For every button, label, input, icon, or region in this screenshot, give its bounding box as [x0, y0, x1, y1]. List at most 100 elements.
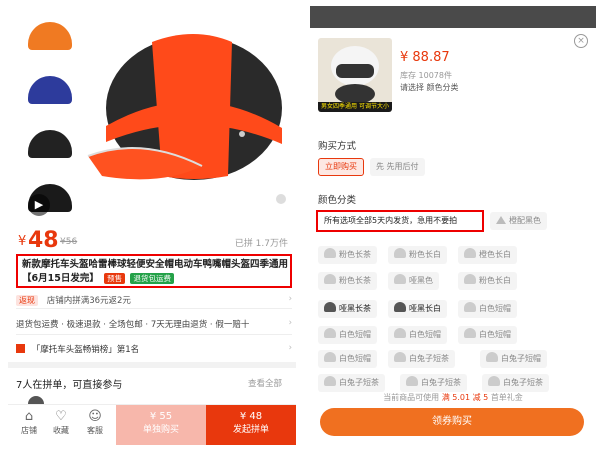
ranking-row[interactable]: 「摩托车头盔畅销榜」第1名 ›	[16, 343, 292, 355]
coupon-note-prefix: 当前商品可使用	[383, 393, 440, 402]
promo-label: 返现	[16, 295, 38, 306]
color-option[interactable]: 白色短帽	[318, 326, 377, 344]
purchase-method-label: 购买方式	[318, 141, 357, 152]
main-product-image	[87, 34, 282, 180]
color-category-label: 颜色分类	[318, 195, 357, 206]
color-option[interactable]: 白兔子短帽	[480, 350, 547, 368]
color-option[interactable]: 白兔子短茶	[318, 374, 385, 392]
group-buy-text: 7人在拼单，可直接参与	[16, 380, 123, 391]
thumbnail-list: ▶	[22, 14, 82, 230]
helmet-icon	[406, 376, 418, 386]
product-gallery: ▶	[8, 6, 296, 224]
stage: ▶ ¥ 48 ¥56 已拼 1.7万件 新款摩托车头盔哈雷棒球轻便安全帽电动车鸭…	[0, 0, 600, 450]
helmet-icon	[464, 328, 476, 338]
divider	[16, 334, 292, 335]
coupon-note-suffix: 首单礼金	[490, 393, 523, 402]
coupon-note: 当前商品可使用 满 5.01 减 5 首单礼金	[310, 392, 596, 403]
store-label: 店铺	[21, 426, 37, 435]
bottom-action-bar: ⌂ 店铺 ♡ 收藏 ☺ 客服 ¥ 55 单独购买 ¥ 48 发起拼单	[8, 404, 296, 445]
chevron-right-icon: ›	[288, 343, 292, 353]
color-option[interactable]: 白色短帽	[458, 300, 517, 318]
color-option[interactable]: 橙配黑色	[490, 212, 547, 230]
play-icon[interactable]: ▶	[28, 194, 50, 216]
color-option[interactable]: 哑黑长白	[388, 300, 447, 318]
color-option[interactable]: 粉色长白	[458, 272, 517, 290]
helmet-icon	[324, 328, 336, 338]
section-gap	[8, 362, 296, 368]
color-option[interactable]: 粉色长茶	[318, 272, 377, 290]
group-buy-row: 7人在拼单，可直接参与 查看全部	[16, 376, 292, 391]
color-option[interactable]: 白兔子短茶	[482, 374, 549, 392]
thumbnail-blue[interactable]	[22, 68, 78, 112]
view-all-link[interactable]: 查看全部	[248, 377, 282, 389]
currency-symbol: ¥	[18, 234, 27, 249]
original-price: ¥56	[60, 237, 78, 247]
color-option[interactable]: 白兔子短茶	[400, 374, 467, 392]
promo-row[interactable]: 返现 店铺内拼满36元返2元 ›	[16, 294, 292, 306]
shipping-notice: 所有选项全部5天内发货，急用不要拍	[316, 210, 484, 232]
helmet-icon	[486, 352, 498, 362]
helmet-icon	[324, 248, 336, 258]
service-label: 客服	[87, 426, 103, 435]
store-button[interactable]: ⌂ 店铺	[14, 409, 44, 436]
helmet-icon	[394, 302, 406, 312]
product-title: 新款摩托车头盔哈雷棒球轻便安全帽电动车鸭嘴帽头盔四季通用【6月15日发完】 预售…	[22, 258, 290, 286]
close-icon[interactable]: ×	[574, 34, 588, 48]
color-option[interactable]: 白兔子短茶	[388, 350, 455, 368]
helmet-icon	[488, 376, 500, 386]
price-row: ¥ 48 ¥56 已拼 1.7万件	[8, 228, 296, 254]
helmet-icon	[394, 274, 406, 284]
chevron-right-icon: ›	[288, 294, 292, 304]
helmet-icon	[324, 302, 336, 312]
pay-later-option[interactable]: 先 先用后付	[370, 158, 425, 176]
color-option[interactable]: 白色短帽	[458, 326, 517, 344]
single-label: 单独购买	[142, 425, 179, 435]
color-option[interactable]: 粉色长白	[388, 246, 447, 264]
refund-badge: 退货包运费	[130, 273, 174, 284]
product-image-band: 男女四季通用 可调节大小	[318, 102, 392, 112]
helmet-icon	[394, 248, 406, 258]
dimmed-background	[310, 6, 596, 28]
heart-icon: ♡	[55, 409, 67, 424]
buy-single-button[interactable]: ¥ 55 单独购买	[116, 405, 206, 445]
choose-hint: 请选择 颜色分类	[400, 83, 459, 92]
thumbnail-black[interactable]	[22, 122, 78, 166]
color-option[interactable]: 哑黑色	[388, 272, 439, 290]
sold-count: 已拼 1.7万件	[234, 239, 288, 249]
helmet-wearer-image	[331, 46, 379, 104]
helmet-icon	[394, 352, 406, 362]
helmet-icon	[394, 328, 406, 338]
helmet-icon	[324, 352, 336, 362]
presale-badge: 预售	[104, 273, 126, 284]
customer-service-button[interactable]: ☺ 客服	[80, 409, 110, 436]
promo-text: 店铺内拼满36元返2元	[46, 296, 131, 306]
services-row[interactable]: 退货包运费 · 极速退款 · 全场包邮 · 7天无理由退货 · 假一赔十 ›	[16, 318, 292, 330]
favorite-label: 收藏	[53, 426, 69, 435]
group-price: 48	[28, 228, 59, 253]
divider	[16, 308, 292, 309]
sku-selection-panel: 男女四季通用 可调节大小 ¥ 88.87 库存 10078件 请选择 颜色分类 …	[310, 6, 596, 446]
favorite-button[interactable]: ♡ 收藏	[46, 409, 76, 436]
services-text: 退货包运费 · 极速退款 · 全场包邮 · 7天无理由退货 · 假一赔十	[16, 320, 250, 330]
color-option[interactable]: 橙色长白	[458, 246, 517, 264]
helmet-icon	[464, 302, 476, 312]
color-option[interactable]: 粉色长茶	[318, 246, 377, 264]
chevron-right-icon: ›	[288, 318, 292, 328]
color-option[interactable]: 白色短帽	[388, 326, 447, 344]
ranking-icon	[16, 344, 25, 353]
product-detail-panel: ▶ ¥ 48 ¥56 已拼 1.7万件 新款摩托车头盔哈雷棒球轻便安全帽电动车鸭…	[8, 6, 296, 446]
thumbnail-orange[interactable]	[22, 14, 78, 58]
coupon-note-highlight: 满 5.01 减 5	[441, 393, 489, 402]
single-price: ¥ 55	[149, 411, 173, 422]
pay-later-prefix: 先	[376, 162, 384, 171]
chat-icon: ☺	[88, 409, 102, 424]
color-option[interactable]: 哑黑长茶	[318, 300, 377, 318]
thumbnail-video[interactable]: ▶	[22, 176, 78, 220]
stock-count: 库存 10078件	[400, 71, 452, 80]
color-option[interactable]: 白色短帽	[318, 350, 377, 368]
start-group-button[interactable]: ¥ 48 发起拼单	[206, 405, 296, 445]
helmet-icon	[464, 274, 476, 284]
buy-now-option[interactable]: 立即购买	[318, 158, 364, 176]
group-label: 发起拼单	[232, 425, 269, 435]
coupon-buy-button[interactable]: 领券购买	[320, 408, 584, 436]
